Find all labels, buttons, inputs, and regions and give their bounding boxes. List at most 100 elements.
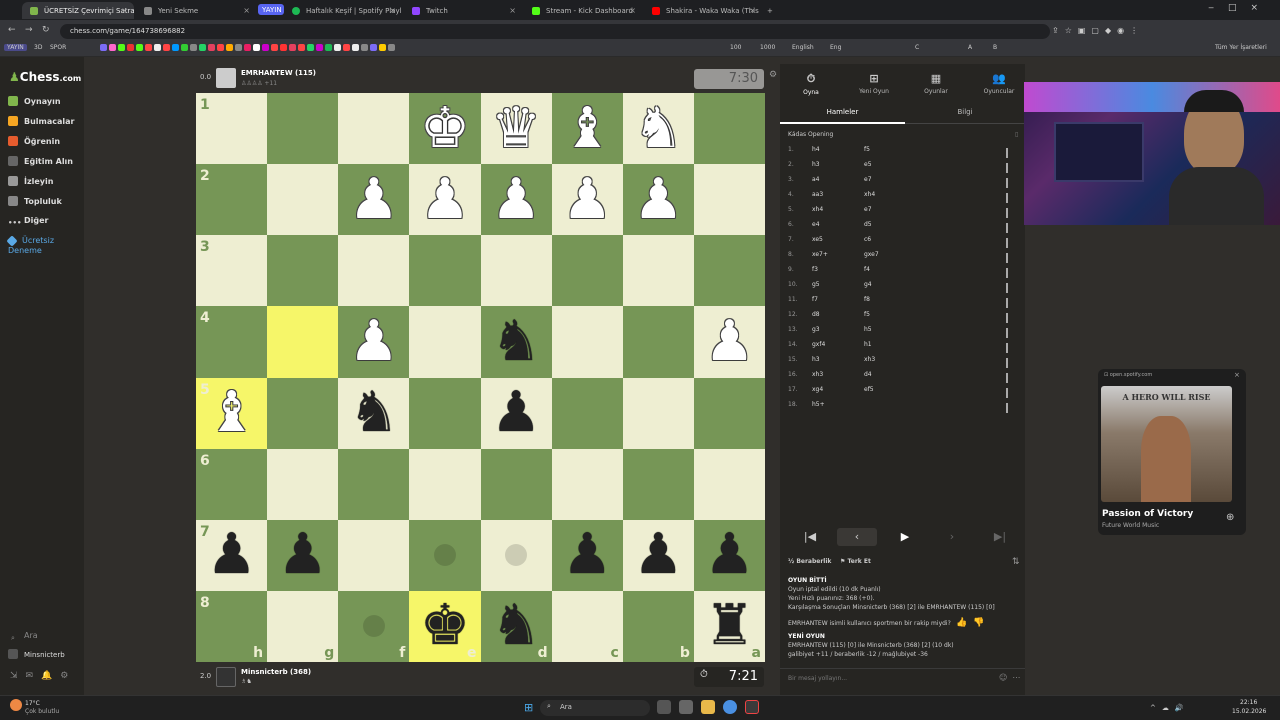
board-square[interactable] bbox=[267, 164, 339, 236]
move-row[interactable]: 18. h5+ bbox=[784, 401, 1024, 416]
bottom-player-avatar[interactable] bbox=[216, 667, 236, 687]
bookmark-icons[interactable] bbox=[100, 44, 397, 52]
board-square[interactable]: ♟ bbox=[693, 519, 765, 591]
board-square[interactable] bbox=[267, 306, 339, 378]
white-move[interactable]: h3 bbox=[812, 161, 820, 168]
subtab-info[interactable]: Bilgi bbox=[905, 104, 1025, 124]
extension-icons[interactable]: ⇪☆▣▢◆◉⋮ bbox=[1052, 26, 1144, 35]
track-artist[interactable]: Future World Music bbox=[1102, 522, 1159, 529]
bookmark-1000[interactable]: 1000 bbox=[760, 44, 775, 51]
tab-play[interactable]: ⏱ Oyna bbox=[787, 72, 835, 96]
bookmark-yayin[interactable]: YAYIN bbox=[4, 44, 27, 51]
board-square[interactable] bbox=[338, 93, 410, 165]
move-row[interactable]: 1. h4 f5 bbox=[784, 146, 1024, 161]
black-piece[interactable]: ♜ bbox=[704, 598, 754, 654]
move-row[interactable]: 6. e4 d5 bbox=[784, 221, 1024, 236]
weather-desc[interactable]: Çok bulutlu bbox=[25, 708, 59, 715]
board-square[interactable] bbox=[267, 448, 339, 520]
flip-board-icon[interactable]: ⇅ bbox=[1012, 557, 1020, 567]
bookmark-a[interactable]: A bbox=[968, 44, 972, 51]
board-square[interactable] bbox=[338, 519, 410, 591]
sidebar-item-community[interactable]: Topluluk bbox=[8, 196, 62, 206]
resign-button[interactable]: ⚑ Terk Et bbox=[840, 558, 871, 565]
sidebar-item-learn[interactable]: Öğrenin bbox=[8, 136, 60, 146]
black-move[interactable]: h5 bbox=[864, 326, 872, 333]
board-square[interactable]: ♟ bbox=[480, 164, 552, 236]
close-icon[interactable]: × bbox=[243, 6, 250, 15]
chess-board[interactable]: 1 ♚ ♛ ♝ ♞ 2 ♟ ♟ ♟ ♟ ♟ 3 4 ♟ ♞ ♟ 5 ♝ ♞ ♟ 6 7 ♟ ♟ ♟ ♟ ♟ 8 h g f e ♚ d ♞ c b a ♜ bbox=[196, 93, 765, 662]
move-row[interactable]: 14. gxf4 h1 bbox=[784, 341, 1024, 356]
board-square[interactable] bbox=[338, 448, 410, 520]
move-hint-dot[interactable] bbox=[433, 544, 456, 567]
bookmark-spor[interactable]: SPOR bbox=[50, 44, 66, 51]
white-piece[interactable]: ♞ bbox=[633, 100, 683, 157]
black-move[interactable]: xh3 bbox=[864, 356, 875, 363]
move-hint-dot[interactable] bbox=[362, 615, 385, 638]
board-square[interactable] bbox=[551, 377, 623, 449]
tab-twitch[interactable]: Twitch × bbox=[404, 2, 522, 19]
white-piece[interactable]: ♟ bbox=[633, 171, 683, 228]
next-move-button[interactable]: › bbox=[932, 528, 972, 546]
board-square[interactable]: a ♜ bbox=[693, 590, 765, 662]
board-square[interactable]: 6 bbox=[196, 448, 268, 520]
move-row[interactable]: 11. f7 f8 bbox=[784, 296, 1024, 311]
white-move[interactable]: g3 bbox=[812, 326, 820, 333]
forward-icon[interactable]: → bbox=[25, 25, 33, 35]
white-piece[interactable]: ♟ bbox=[420, 171, 470, 228]
board-square[interactable] bbox=[693, 164, 765, 236]
board-square[interactable] bbox=[409, 448, 481, 520]
sidebar-item-puzzles[interactable]: Bulmacalar bbox=[8, 116, 75, 126]
sidebar-footer-icons[interactable]: ⇲✉🔔⚙ bbox=[10, 671, 76, 681]
white-move[interactable]: h3 bbox=[812, 356, 820, 363]
top-player-name[interactable]: EMRHANTEW (115) bbox=[241, 69, 316, 77]
chat-input[interactable]: Bir mesaj yollayın... bbox=[788, 675, 847, 682]
sidebar-item-train[interactable]: Eğitim Alın bbox=[8, 156, 73, 166]
board-square[interactable]: ♟ bbox=[622, 164, 694, 236]
black-move[interactable]: g4 bbox=[864, 281, 872, 288]
board-square[interactable]: ♟ bbox=[409, 164, 481, 236]
board-square[interactable]: c bbox=[551, 590, 623, 662]
move-row[interactable]: 9. f3 f4 bbox=[784, 266, 1024, 281]
move-row[interactable]: 2. h3 e5 bbox=[784, 161, 1024, 176]
black-move[interactable]: gxe7 bbox=[864, 251, 879, 258]
board-square[interactable]: f bbox=[338, 590, 410, 662]
bookmark-c[interactable]: C bbox=[915, 44, 919, 51]
board-square[interactable]: ♛ bbox=[480, 93, 552, 165]
board-square[interactable] bbox=[551, 306, 623, 378]
board-square[interactable]: ♞ bbox=[480, 306, 552, 378]
move-row[interactable]: 13. g3 h5 bbox=[784, 326, 1024, 341]
white-piece[interactable]: ♝ bbox=[562, 100, 612, 157]
board-square[interactable]: 5 ♝ bbox=[196, 377, 268, 449]
white-move[interactable]: d8 bbox=[812, 311, 820, 318]
board-square[interactable]: ♟ bbox=[622, 519, 694, 591]
black-move[interactable]: e7 bbox=[864, 206, 872, 213]
white-piece[interactable]: ♟ bbox=[349, 171, 399, 228]
black-move[interactable]: d4 bbox=[864, 371, 872, 378]
move-row[interactable]: 3. a4 e7 bbox=[784, 176, 1024, 191]
board-square[interactable] bbox=[480, 448, 552, 520]
board-square[interactable]: e ♚ bbox=[409, 590, 481, 662]
board-square[interactable]: ♟ bbox=[267, 519, 339, 591]
taskbar-time[interactable]: 22:16 bbox=[1240, 699, 1257, 706]
board-square[interactable]: d ♞ bbox=[480, 590, 552, 662]
black-move[interactable]: f5 bbox=[864, 311, 870, 318]
black-piece[interactable]: ♟ bbox=[206, 527, 256, 583]
back-icon[interactable]: ← bbox=[8, 25, 16, 35]
settings-icon[interactable] bbox=[679, 700, 693, 714]
tab-new[interactable]: Yeni Sekme × bbox=[136, 2, 256, 19]
settings-gear-icon[interactable]: ⚙ bbox=[769, 70, 777, 80]
board-square[interactable]: ♞ bbox=[338, 377, 410, 449]
all-bookmarks[interactable]: Tüm Yer İşaretleri bbox=[1215, 44, 1267, 51]
board-square[interactable] bbox=[693, 235, 765, 307]
black-move[interactable]: h1 bbox=[864, 341, 872, 348]
white-piece[interactable]: ♟ bbox=[704, 313, 754, 370]
board-square[interactable]: 1 bbox=[196, 93, 268, 165]
board-square[interactable]: b bbox=[622, 590, 694, 662]
windows-start-icon[interactable]: ⊞ bbox=[524, 701, 533, 714]
black-piece[interactable]: ♟ bbox=[562, 527, 612, 583]
white-move[interactable]: xe5 bbox=[812, 236, 823, 243]
board-square[interactable] bbox=[267, 377, 339, 449]
board-square[interactable] bbox=[338, 235, 410, 307]
thumbs-icons[interactable]: 👍👎 bbox=[956, 618, 990, 628]
black-piece[interactable]: ♟ bbox=[491, 385, 541, 441]
